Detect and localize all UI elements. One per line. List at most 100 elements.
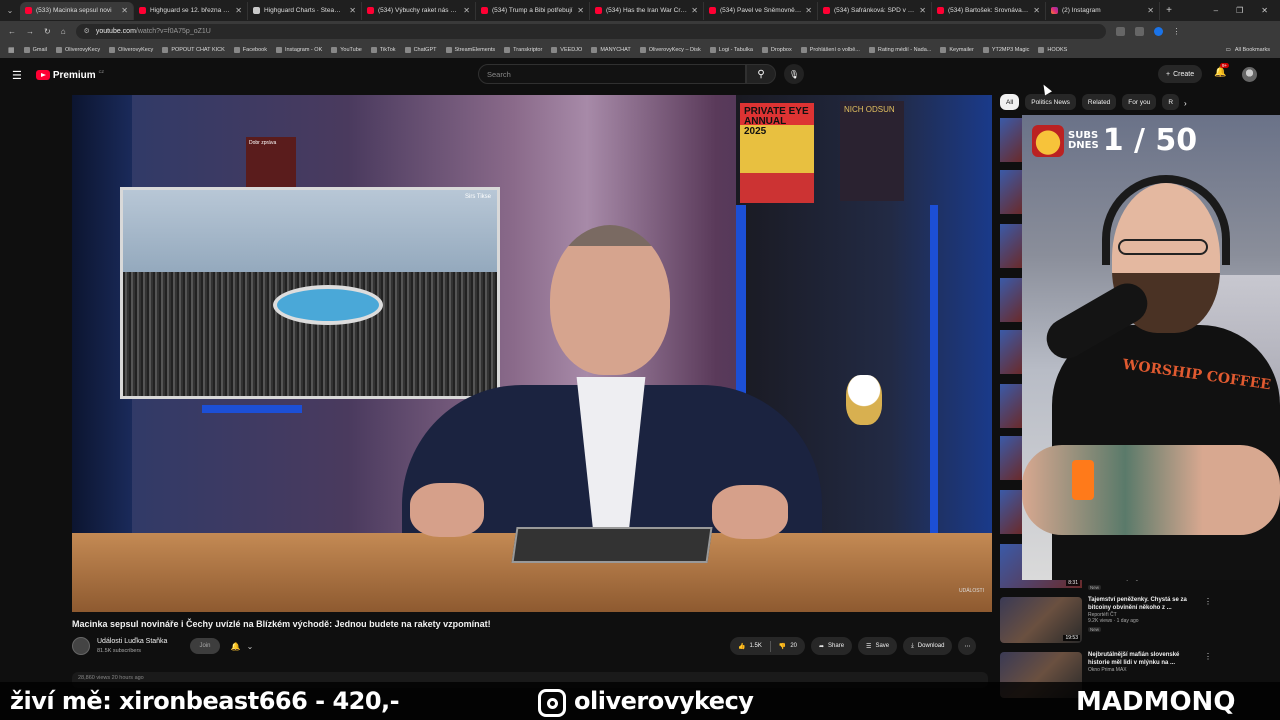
more-icon[interactable]: ⋮ <box>1204 597 1212 643</box>
recommendation-thumbnail[interactable] <box>1000 118 1022 162</box>
bookmark-item[interactable]: ChatGPT <box>404 46 437 53</box>
list-item[interactable]: 19:53 Tajemství peněženky. Chystá se za … <box>1000 597 1212 643</box>
browser-tab[interactable]: (533) Macinka sepsul novi ✕ <box>20 1 134 20</box>
recommendation-thumbnail[interactable]: 19:53 <box>1000 597 1082 643</box>
filter-chip[interactable]: Related <box>1081 94 1117 110</box>
chevron-right-icon[interactable]: › <box>1184 99 1187 108</box>
save-button[interactable]: ☰ Save <box>858 637 898 655</box>
recommendation-title[interactable]: Nejbrutálnější mafián slovenské historie… <box>1088 652 1198 667</box>
browser-tab[interactable]: (534) Výbuchy raket nás budi ✕ <box>362 1 476 20</box>
apps-icon[interactable]: ▦ <box>8 46 15 54</box>
close-tab-icon[interactable]: ✕ <box>805 6 812 15</box>
create-button[interactable]: + Create <box>1158 65 1203 83</box>
recommendation-thumbnail[interactable] <box>1000 384 1022 428</box>
recommendation-thumbnail[interactable] <box>1000 170 1022 214</box>
browser-tab[interactable]: (534) Pavel ve Sněmovně: Ne ✕ <box>704 1 818 20</box>
url-field[interactable]: ⚙ youtube.com/watch?v=f0A75p_oZ1U <box>75 23 1106 39</box>
minimize-icon[interactable]: – <box>1214 6 1218 15</box>
notifications-button[interactable]: 🔔 9+ <box>1214 63 1230 78</box>
browser-tab[interactable]: (534) Has the Iran War Create ✕ <box>590 1 704 20</box>
extension-icon[interactable] <box>1115 26 1125 36</box>
reload-icon[interactable]: ↻ <box>44 27 51 36</box>
search-input[interactable]: Search <box>478 64 746 84</box>
bookmark-item[interactable]: OliverovyKecy <box>56 46 100 53</box>
bookmark-item[interactable]: OliverovyKecy <box>109 46 153 53</box>
bookmark-item[interactable]: Prohlášení o volbě... <box>800 46 860 53</box>
browser-tab[interactable]: (534) Bartošek: Srovnávat Írán ✕ <box>932 1 1046 20</box>
browser-menu-icon[interactable]: ⋮ <box>1173 27 1181 36</box>
filter-chip[interactable]: Politics News <box>1025 94 1076 110</box>
youtube-logo[interactable]: Premium CZ <box>35 69 104 81</box>
close-tab-icon[interactable]: ✕ <box>235 6 242 15</box>
bookmark-favicon-icon <box>868 46 875 53</box>
bookmark-item[interactable]: YT2MP3 Magic <box>982 46 1029 53</box>
filter-chip[interactable]: All <box>1000 94 1020 110</box>
bookmark-item[interactable]: Facebook <box>233 46 267 53</box>
search-button[interactable]: ⚲ <box>746 64 776 84</box>
avatar[interactable] <box>1242 67 1257 82</box>
browser-tab[interactable]: Highguard Charts · SteamDB ✕ <box>248 1 362 20</box>
new-tab-button[interactable]: + <box>1160 5 1178 16</box>
bookmark-item[interactable]: Logi - Tabulka <box>709 46 753 53</box>
close-window-icon[interactable]: ✕ <box>1261 6 1268 15</box>
filter-chip[interactable]: R <box>1162 94 1180 110</box>
maximize-icon[interactable]: ❐ <box>1236 6 1243 15</box>
filter-chip[interactable]: For you <box>1122 94 1157 110</box>
bookmark-item[interactable]: Instagram - OK <box>275 46 322 53</box>
bookmark-item[interactable]: MANYCHAT <box>591 46 631 53</box>
site-info-icon[interactable]: ⚙ <box>84 27 90 35</box>
forward-icon[interactable]: → <box>26 27 34 36</box>
bookmark-item[interactable]: Gmail <box>23 46 47 53</box>
close-tab-icon[interactable]: ✕ <box>919 6 926 15</box>
share-button[interactable]: ➦ Share <box>811 637 853 655</box>
join-button[interactable]: Join <box>190 638 220 654</box>
close-tab-icon[interactable]: ✕ <box>121 6 128 15</box>
voice-search-button[interactable]: 🎙 <box>784 64 804 84</box>
like-button[interactable]: 👍 1.5K <box>730 643 770 650</box>
more-actions-button[interactable]: ⋯ <box>958 637 977 655</box>
recommendation-thumbnail[interactable] <box>1000 490 1022 534</box>
lucky-cat-figure <box>846 375 882 425</box>
browser-tab[interactable]: (2) Instagram ✕ <box>1046 1 1160 20</box>
extension-icon[interactable] <box>1134 26 1144 36</box>
bookmark-item[interactable]: VEEDJO <box>551 46 582 53</box>
close-tab-icon[interactable]: ✕ <box>349 6 356 15</box>
bookmark-item[interactable]: Rating médií - Nada... <box>868 46 931 53</box>
all-bookmarks-button[interactable]: ▭ All Bookmarks <box>1226 47 1280 53</box>
bookmark-item[interactable]: Transkriptor <box>504 46 542 53</box>
bell-icon: 🔔 <box>230 641 241 651</box>
profile-icon[interactable] <box>1153 26 1163 36</box>
close-tab-icon[interactable]: ✕ <box>691 6 698 15</box>
video-actions: 👍 1.5K 👎 20 ➦ Share ☰ Save ⤓ Download ⋯ <box>730 637 977 655</box>
close-tab-icon[interactable]: ✕ <box>1147 6 1154 15</box>
home-icon[interactable]: ⌂ <box>61 27 66 36</box>
dislike-button[interactable]: 👎 20 <box>771 643 805 650</box>
channel-avatar[interactable] <box>72 637 90 655</box>
bookmark-item[interactable]: Dropbox <box>761 46 792 53</box>
subscription-bell-button[interactable]: 🔔 ⌄ <box>226 638 258 654</box>
menu-icon[interactable]: ☰ <box>12 69 22 82</box>
recommendation-thumbnail[interactable] <box>1000 224 1022 268</box>
bookmark-item[interactable]: Keymailer <box>940 46 974 53</box>
close-tab-icon[interactable]: ✕ <box>463 6 470 15</box>
bookmark-item[interactable]: TikTok <box>370 46 396 53</box>
recommendation-title[interactable]: Tajemství peněženky. Chystá se za bitcoi… <box>1088 597 1198 612</box>
bookmark-item[interactable]: YouTube <box>331 46 362 53</box>
recommendation-thumbnail[interactable] <box>1000 278 1022 322</box>
recommendation-thumbnail[interactable] <box>1000 330 1022 374</box>
close-tab-icon[interactable]: ✕ <box>577 6 584 15</box>
download-button[interactable]: ⤓ Download <box>903 637 953 655</box>
bookmark-item[interactable]: POPOUT CHAT KICK <box>162 46 225 53</box>
video-player[interactable]: Dobr zpráva Sirs Tikse PRIVATE EYE ANNUA… <box>72 95 992 612</box>
back-icon[interactable]: ← <box>8 27 16 36</box>
bookmark-item[interactable]: StreamElements <box>445 46 495 53</box>
close-tab-icon[interactable]: ✕ <box>1033 6 1040 15</box>
tab-search-icon[interactable]: ⌄ <box>0 6 20 15</box>
bookmark-item[interactable]: HOOKS <box>1038 46 1067 53</box>
browser-tab[interactable]: Highguard se 12. března defi ✕ <box>134 1 248 20</box>
browser-tab[interactable]: (534) Šafránková: SPD v tuto ✕ <box>818 1 932 20</box>
channel-name[interactable]: Události Luďka Staňka <box>97 638 167 645</box>
browser-tab[interactable]: (534) Trump a Bibi potřebují ✕ <box>476 1 590 20</box>
recommendation-thumbnail[interactable] <box>1000 436 1022 480</box>
bookmark-item[interactable]: OliverovyKecy – Disk <box>639 46 701 53</box>
